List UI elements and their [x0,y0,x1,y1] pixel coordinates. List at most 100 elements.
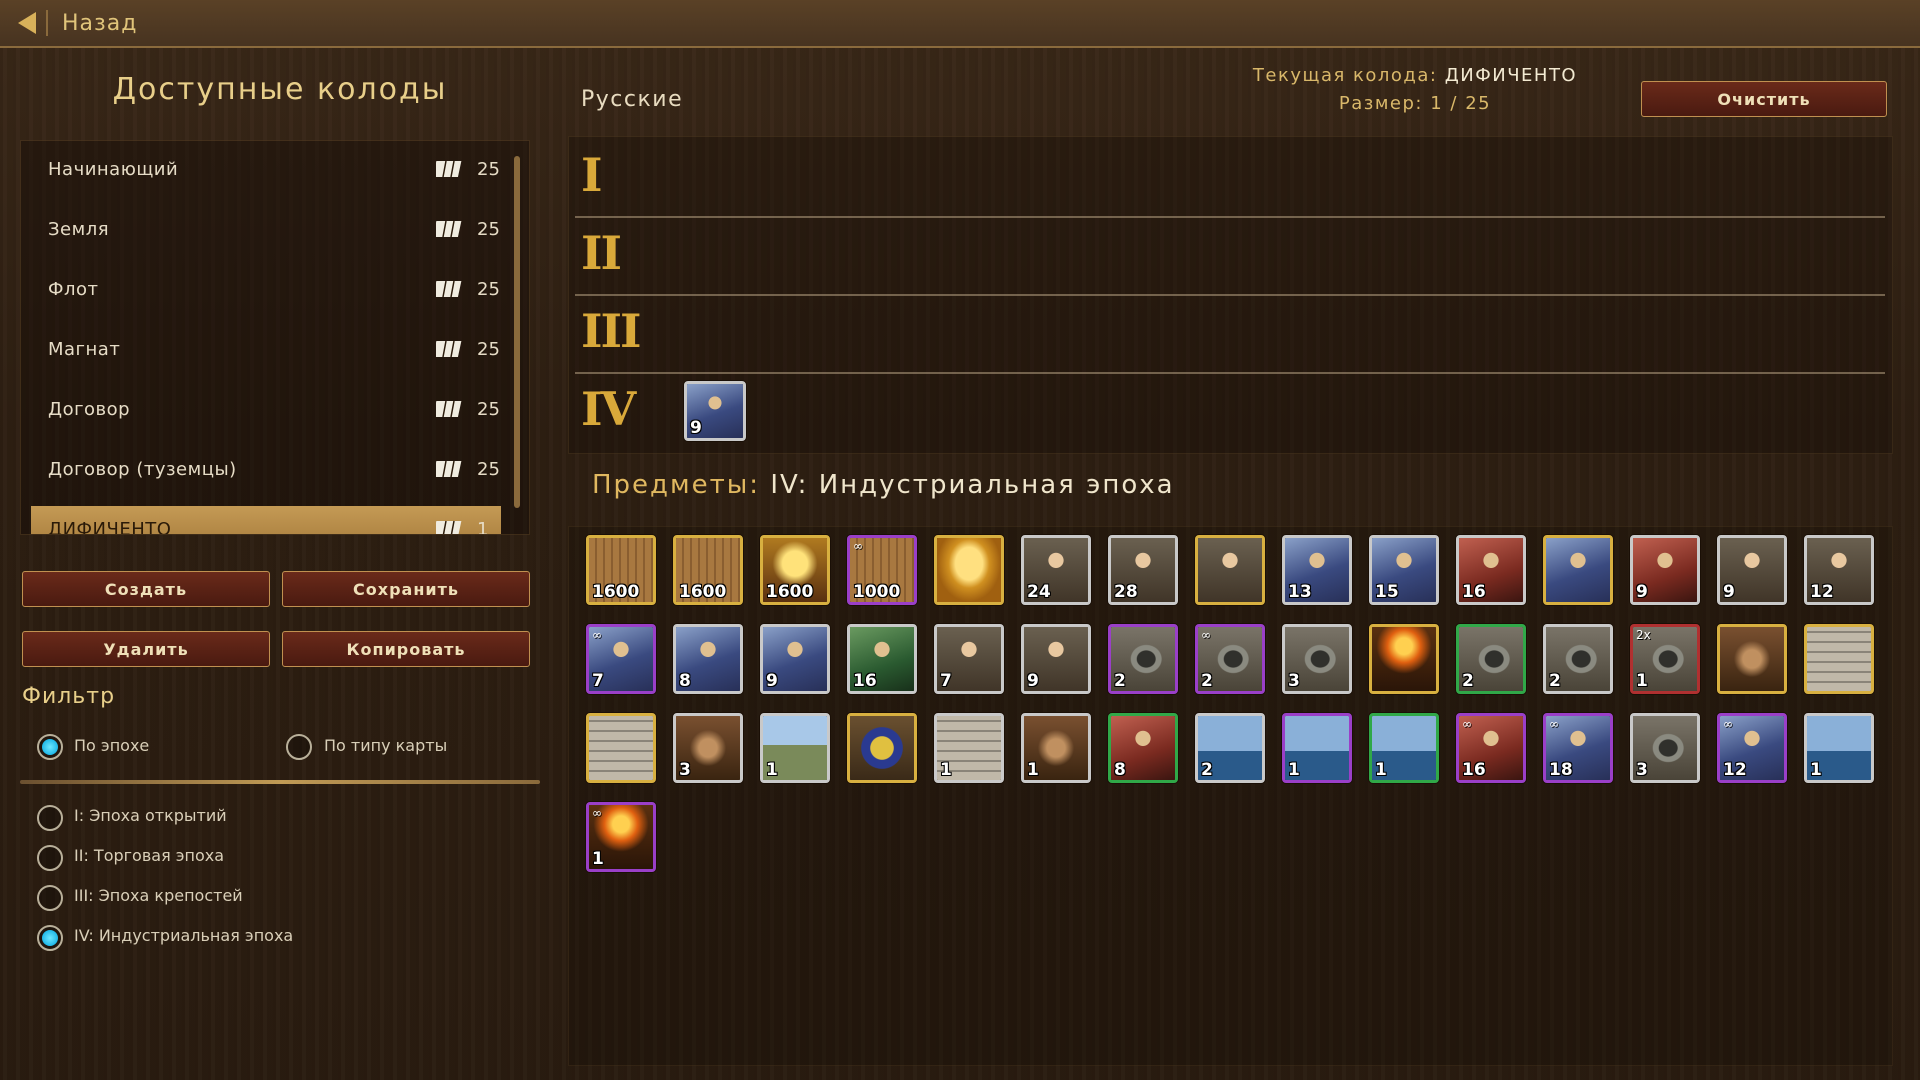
item-card[interactable]: 12 [1804,535,1874,605]
card-count: 16 [1462,582,1486,602]
filter-by-age-radio[interactable] [37,734,63,760]
age-row-2[interactable]: II [575,218,1885,296]
item-card[interactable]: 8 [673,624,743,694]
item-card[interactable]: ∞ 1000 [847,535,917,605]
item-card[interactable]: 9 [760,624,830,694]
item-card[interactable]: ∞ 2 [1195,624,1265,694]
item-card[interactable] [1717,624,1787,694]
item-card[interactable]: 8 [1108,713,1178,783]
deck-item[interactable]: Договор (туземцы) 25 [31,446,501,492]
item-card[interactable]: 24 [1021,535,1091,605]
deck-list-scrollbar[interactable] [514,156,520,508]
item-card[interactable]: ∞ 16 [1456,713,1526,783]
item-card[interactable]: 15 [1369,535,1439,605]
item-card[interactable]: 1 [760,713,830,783]
item-card[interactable]: 16 [1456,535,1526,605]
item-card[interactable]: 9 [1630,535,1700,605]
cards-icon [436,160,462,178]
item-card[interactable] [1195,535,1265,605]
deck-item[interactable]: Флот 25 [31,266,501,312]
item-card[interactable]: 13 [1282,535,1352,605]
items-panel [568,526,1893,1066]
age-1-radio[interactable] [37,805,63,831]
item-card[interactable]: 1 [1804,713,1874,783]
item-card[interactable]: 2 [1456,624,1526,694]
back-separator [46,10,48,36]
back-button[interactable]: Назад [62,11,137,36]
card-count: 1 [592,849,604,869]
card-count: 16 [853,671,877,691]
item-card[interactable] [1369,624,1439,694]
card-count: 12 [1723,760,1747,780]
item-card[interactable]: 1 [1282,713,1352,783]
filter-by-card-type-radio[interactable] [286,734,312,760]
item-card[interactable]: 3 [673,713,743,783]
age-4-radio[interactable] [37,925,63,951]
item-card[interactable] [586,713,656,783]
card-modifier: ∞ [1462,717,1472,731]
age-row-3[interactable]: III [575,296,1885,374]
deck-card-count: 25 [477,398,500,420]
balloon-icon [937,538,1001,602]
item-card[interactable] [1804,624,1874,694]
item-card[interactable]: 1 [934,713,1004,783]
item-card[interactable]: 9 [1717,535,1787,605]
item-card[interactable]: 16 [847,624,917,694]
card-count: 7 [592,671,604,691]
card-count: 1 [940,760,952,780]
item-card[interactable] [847,713,917,783]
back-arrow-icon[interactable] [18,12,36,34]
item-card[interactable]: 1 [1021,713,1091,783]
deck-item[interactable]: Договор 25 [31,386,501,432]
age-row-4[interactable]: IV [575,374,1885,452]
item-card[interactable]: 3 [1630,713,1700,783]
deck-size-line: Размер: 1 / 25 [1200,90,1630,118]
deck-item[interactable]: ДИФИЧЕНТО 1 [31,506,501,534]
item-card[interactable] [934,535,1004,605]
age-numeral: IV [581,382,636,436]
copy-button[interactable]: Копировать [282,631,530,667]
item-card[interactable]: 2 [1108,624,1178,694]
card-modifier: 2x [1636,628,1651,642]
item-card[interactable]: ∞ 12 [1717,713,1787,783]
age-2-radio[interactable] [37,845,63,871]
clear-button[interactable]: Очистить [1641,81,1887,117]
card-count: 8 [1114,760,1126,780]
item-card[interactable]: 2 [1195,713,1265,783]
card-modifier: ∞ [592,628,602,642]
item-card[interactable]: 1600 [586,535,656,605]
age-3-radio[interactable] [37,885,63,911]
item-card[interactable]: 2 [1543,624,1613,694]
item-card[interactable]: 2x 1 [1630,624,1700,694]
create-button[interactable]: Создать [22,571,270,607]
card-count: 1 [1810,760,1822,780]
card-count: 1000 [853,582,901,602]
item-card[interactable]: 1 [1369,713,1439,783]
item-card[interactable]: 28 [1108,535,1178,605]
age-row-1[interactable]: I [575,140,1885,218]
card-modifier: ∞ [1723,717,1733,731]
item-card[interactable]: 7 [934,624,1004,694]
item-card[interactable]: 1600 [673,535,743,605]
filter-title: Фильтр [22,684,116,709]
item-card[interactable] [1543,535,1613,605]
current-deck-name: ДИФИЧЕНТО [1444,65,1578,86]
item-card[interactable]: 1600 [760,535,830,605]
card-count: 2 [1549,671,1561,691]
item-card[interactable]: 3 [1282,624,1352,694]
deck-card-strelet[interactable]: 9 [684,381,746,441]
deck-item[interactable]: Начинающий 25 [31,146,501,192]
card-modifier: ∞ [1549,717,1559,731]
deck-item[interactable]: Земля 25 [31,206,501,252]
delete-button[interactable]: Удалить [22,631,270,667]
save-button[interactable]: Сохранить [282,571,530,607]
item-card[interactable]: 9 [1021,624,1091,694]
deck-item[interactable]: Магнат 25 [31,326,501,372]
card-count: 3 [679,760,691,780]
current-deck-line: Текущая колода: ДИФИЧЕНТО [1200,62,1630,90]
item-card[interactable]: ∞ 18 [1543,713,1613,783]
item-card[interactable]: ∞ 1 [586,802,656,872]
item-card[interactable]: ∞ 7 [586,624,656,694]
age-numeral: II [581,226,622,280]
cards-icon [436,460,462,478]
